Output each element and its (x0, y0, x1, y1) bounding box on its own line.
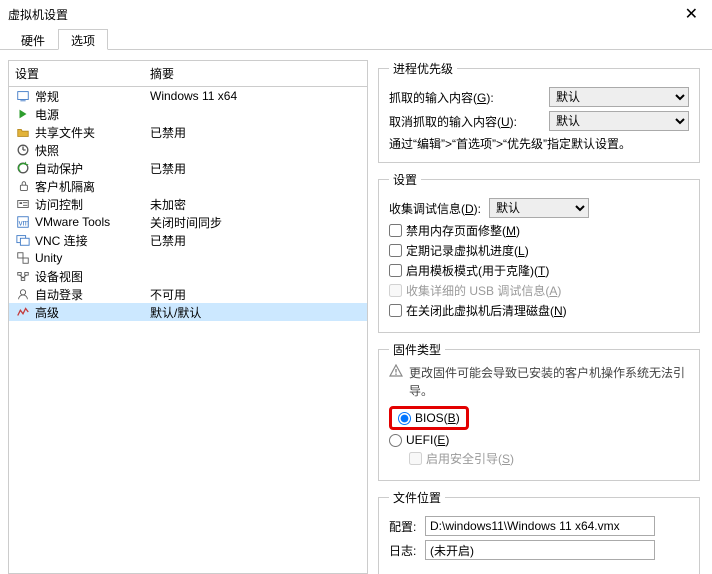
group-settings: 设置 收集调试信息(D): 默认 禁用内存页面修整(M) 定期记录虚拟机进度(L… (378, 171, 700, 333)
list-item-vmtools[interactable]: vm VMware Tools关闭时间同步 (9, 213, 367, 231)
chk-log-progress[interactable]: 定期记录虚拟机进度(L) (389, 242, 689, 259)
legend-priority: 进程优先级 (389, 60, 457, 77)
list-item-name: 共享文件夹 (35, 124, 150, 141)
firmware-warning: 更改固件可能会导致已安装的客户机操作系统无法引导。 (409, 364, 689, 400)
legend-settings: 设置 (389, 171, 421, 188)
list-item-name: VMware Tools (35, 215, 150, 229)
list-item-summary: 已禁用 (150, 124, 361, 141)
tabs: 硬件 选项 (0, 28, 712, 50)
settings-list-panel: 设置 摘要 常规Windows 11 x64电源共享文件夹已禁用快照自动保护已禁… (8, 60, 368, 574)
details-panel: 进程优先级 抓取的输入内容(G): 默认 取消抓取的输入内容(U): 默认 通过… (378, 60, 704, 574)
access-icon (15, 196, 31, 212)
chk-usb-debug-box (389, 284, 402, 297)
list-item-name: Unity (35, 251, 150, 265)
bios-highlight: BIOS(B) (389, 406, 469, 430)
col-header-name: 设置 (9, 61, 144, 86)
advanced-icon (15, 304, 31, 320)
list-item-name: VNC 连接 (35, 232, 150, 249)
list-item-name: 自动登录 (35, 286, 150, 303)
chk-clean-disk-box[interactable] (389, 304, 402, 317)
close-icon[interactable]: ✕ (679, 4, 704, 24)
shared-icon (15, 124, 31, 140)
list-item-shared[interactable]: 共享文件夹已禁用 (9, 123, 367, 141)
label-config: 配置: (389, 518, 425, 535)
radio-uefi[interactable]: UEFI(E) (389, 433, 689, 447)
list-item-vnc[interactable]: VNC 连接已禁用 (9, 231, 367, 249)
radio-bios-input[interactable] (398, 412, 411, 425)
autologin-icon (15, 286, 31, 302)
select-ungrabbed[interactable]: 默认 (549, 111, 689, 131)
autoprot-icon (15, 160, 31, 176)
list-item-name: 设备视图 (35, 268, 150, 285)
general-icon (15, 88, 31, 104)
titlebar: 虚拟机设置 ✕ (0, 0, 712, 28)
chk-secure-boot-box (409, 452, 422, 465)
snapshot-icon (15, 142, 31, 158)
list-item-power[interactable]: 电源 (9, 105, 367, 123)
power-icon (15, 106, 31, 122)
input-config-path[interactable] (425, 516, 655, 536)
list-item-name: 自动保护 (35, 160, 150, 177)
col-header-summary: 摘要 (144, 61, 367, 86)
tab-hardware[interactable]: 硬件 (8, 29, 58, 50)
list-item-access[interactable]: 访问控制未加密 (9, 195, 367, 213)
group-fileloc: 文件位置 配置: 日志: (378, 489, 700, 574)
list-item-name: 电源 (35, 106, 150, 123)
chk-mem-trim-box[interactable] (389, 224, 402, 237)
chk-clean-disk[interactable]: 在关闭此虚拟机后清理磁盘(N) (389, 302, 689, 319)
list-item-snapshot[interactable]: 快照 (9, 141, 367, 159)
list-item-summary: Windows 11 x64 (150, 89, 361, 103)
settings-list[interactable]: 常规Windows 11 x64电源共享文件夹已禁用快照自动保护已禁用客户机隔离… (9, 87, 367, 573)
devview-icon (15, 268, 31, 284)
vnc-icon (15, 232, 31, 248)
list-item-autologin[interactable]: 自动登录不可用 (9, 285, 367, 303)
list-item-name: 高级 (35, 304, 150, 321)
chk-mem-trim[interactable]: 禁用内存页面修整(M) (389, 222, 689, 239)
list-item-advanced[interactable]: 高级默认/默认 (9, 303, 367, 321)
group-firmware: 固件类型 更改固件可能会导致已安装的客户机操作系统无法引导。 BIOS(B) U… (378, 341, 700, 481)
list-item-general[interactable]: 常规Windows 11 x64 (9, 87, 367, 105)
label-debug: 收集调试信息(D): (389, 200, 481, 217)
list-item-guestiso[interactable]: 客户机隔离 (9, 177, 367, 195)
unity-icon (15, 250, 31, 266)
select-debug[interactable]: 默认 (489, 198, 589, 218)
label-ungrabbed: 取消抓取的输入内容(U): (389, 113, 517, 130)
list-item-devview[interactable]: 设备视图 (9, 267, 367, 285)
chk-secure-boot: 启用安全引导(S) (409, 450, 689, 467)
list-item-summary: 已禁用 (150, 160, 361, 177)
guestiso-icon (15, 178, 31, 194)
group-priority: 进程优先级 抓取的输入内容(G): 默认 取消抓取的输入内容(U): 默认 通过… (378, 60, 700, 163)
settings-list-header: 设置 摘要 (9, 61, 367, 87)
list-item-summary: 默认/默认 (150, 304, 361, 321)
list-item-summary: 未加密 (150, 196, 361, 213)
list-item-autoprot[interactable]: 自动保护已禁用 (9, 159, 367, 177)
window-title: 虚拟机设置 (8, 6, 679, 23)
list-item-name: 客户机隔离 (35, 178, 150, 195)
priority-note: 通过“编辑”>“首选项”>“优先级”指定默认设置。 (389, 135, 689, 152)
list-item-summary: 不可用 (150, 286, 361, 303)
legend-fileloc: 文件位置 (389, 489, 445, 506)
list-item-summary: 已禁用 (150, 232, 361, 249)
svg-text:vm: vm (19, 219, 30, 228)
list-item-name: 常规 (35, 88, 150, 105)
list-item-name: 快照 (35, 142, 150, 159)
list-item-unity[interactable]: Unity (9, 249, 367, 267)
warn-icon (389, 364, 403, 378)
label-grabbed: 抓取的输入内容(G): (389, 89, 494, 106)
chk-log-progress-box[interactable] (389, 244, 402, 257)
legend-firmware: 固件类型 (389, 341, 445, 358)
list-item-name: 访问控制 (35, 196, 150, 213)
chk-template-mode[interactable]: 启用模板模式(用于克隆)(T) (389, 262, 689, 279)
radio-bios[interactable]: BIOS(B) (398, 411, 460, 425)
radio-uefi-input[interactable] (389, 434, 402, 447)
chk-template-mode-box[interactable] (389, 264, 402, 277)
select-grabbed[interactable]: 默认 (549, 87, 689, 107)
tab-options[interactable]: 选项 (58, 29, 108, 50)
list-item-summary: 关闭时间同步 (150, 214, 361, 231)
input-log-path[interactable] (425, 540, 655, 560)
vmtools-icon: vm (15, 214, 31, 230)
label-log: 日志: (389, 542, 425, 559)
chk-usb-debug: 收集详细的 USB 调试信息(A) (389, 282, 689, 299)
